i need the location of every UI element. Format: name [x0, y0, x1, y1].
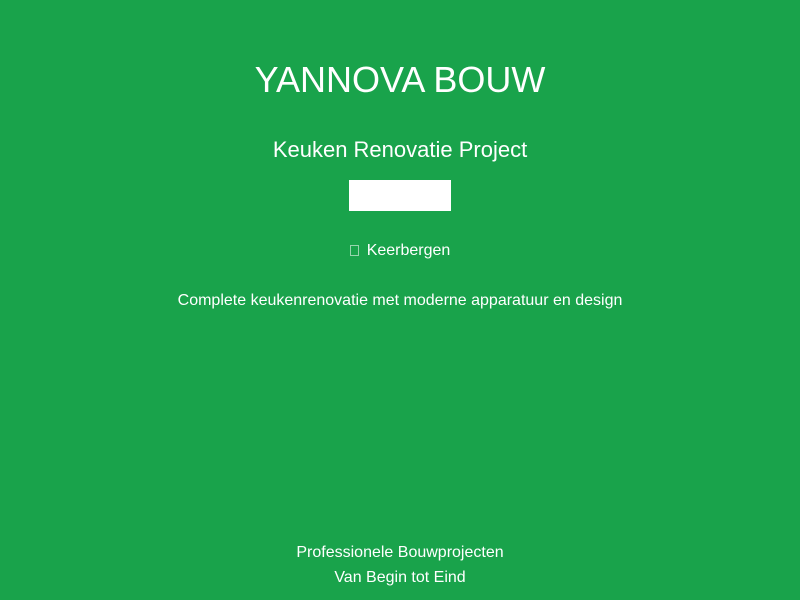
footer-tagline: Professionele Bouwprojecten [296, 544, 504, 561]
project-title: Keuken Renovatie Project [272, 137, 528, 162]
brand-title: YANNOVA BOUW [254, 59, 546, 100]
location-label: Keerbergen [366, 242, 451, 259]
footer-slogan: Van Begin tot Eind [334, 569, 466, 586]
project-description: Complete keukenrenovatie met moderne app… [177, 292, 623, 309]
footer: Professionele Bouwprojecten Van Begin to… [0, 540, 800, 590]
project-location: Keerbergen [0, 241, 800, 261]
map-pin-icon [349, 245, 359, 256]
image-placeholder [349, 180, 451, 211]
